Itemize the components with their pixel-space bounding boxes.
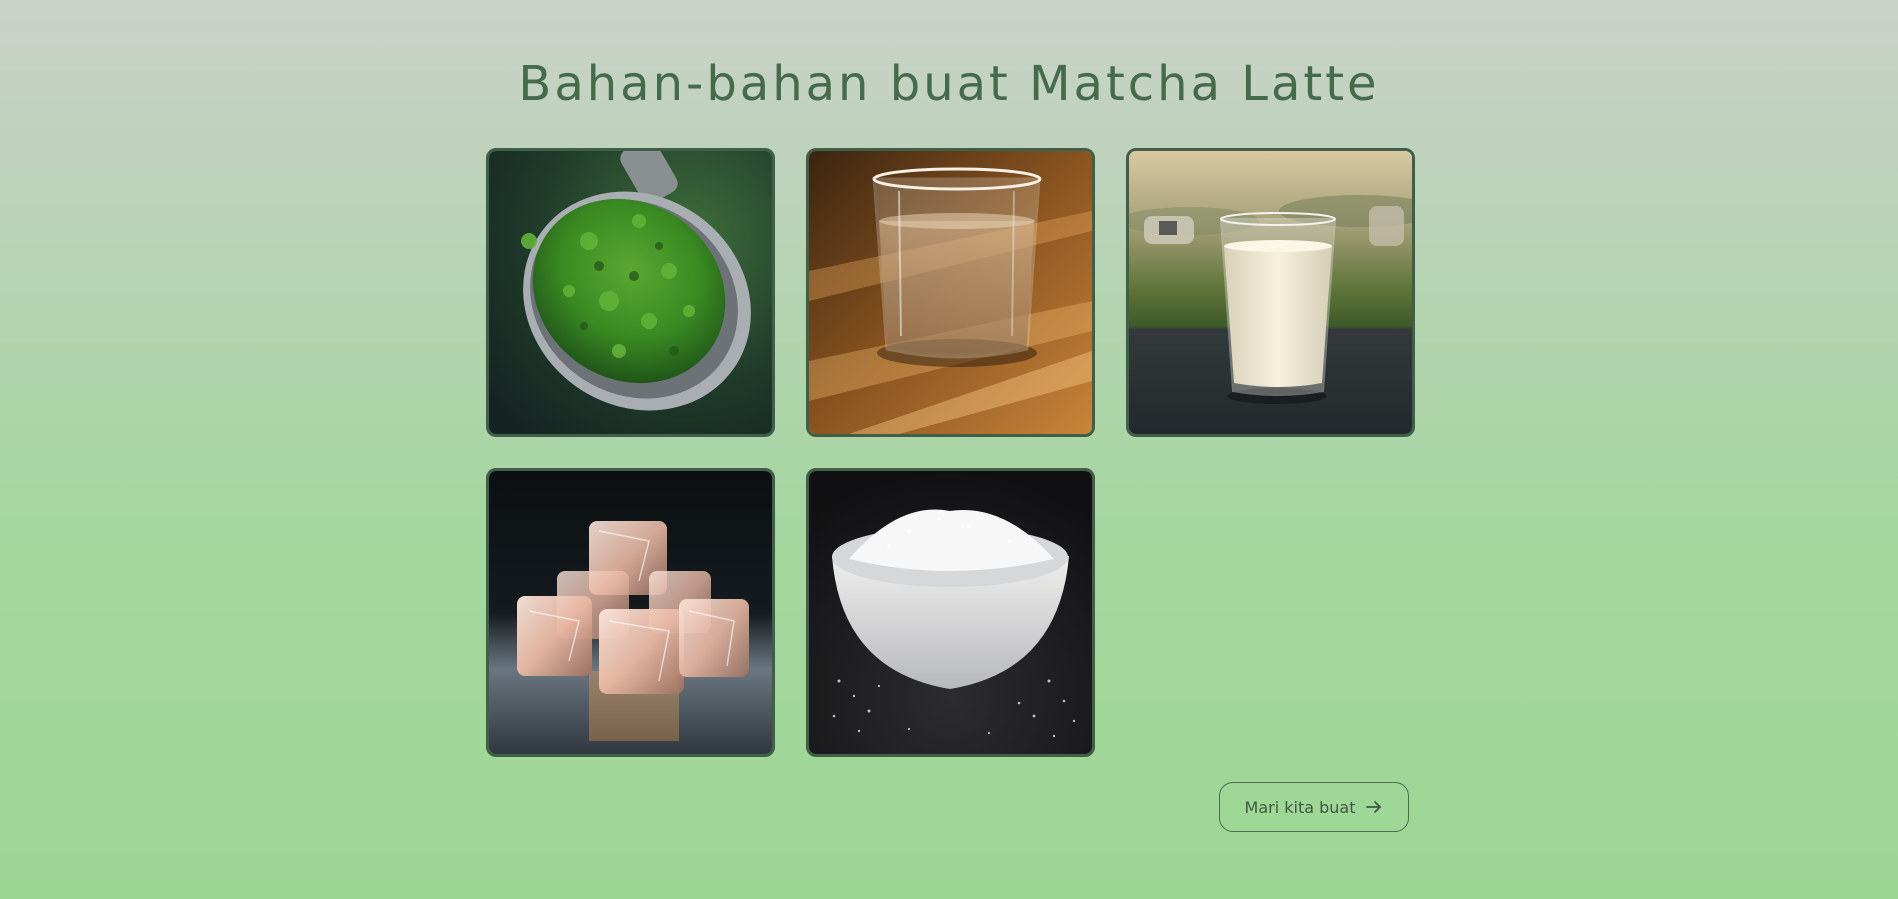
next-button[interactable]: Mari kita buat: [1219, 782, 1409, 832]
matcha-powder-spoon-image: [489, 151, 772, 434]
ingredient-card-matcha: [486, 148, 775, 437]
ingredient-card-ice: [486, 468, 775, 757]
ice-cubes-image: [489, 471, 772, 754]
ingredient-card-milk: [1126, 148, 1415, 437]
ingredient-card-water: [806, 148, 1095, 437]
next-button-label: Mari kita buat: [1244, 797, 1356, 817]
page-title: Bahan-bahan buat Matcha Latte: [518, 56, 1380, 112]
sugar-bowl-image: [809, 471, 1092, 754]
glass-of-water-image: [809, 151, 1092, 434]
glass-of-milk-image: [1129, 151, 1412, 434]
arrow-right-icon: [1365, 798, 1383, 816]
ingredient-card-sugar: [806, 468, 1095, 757]
